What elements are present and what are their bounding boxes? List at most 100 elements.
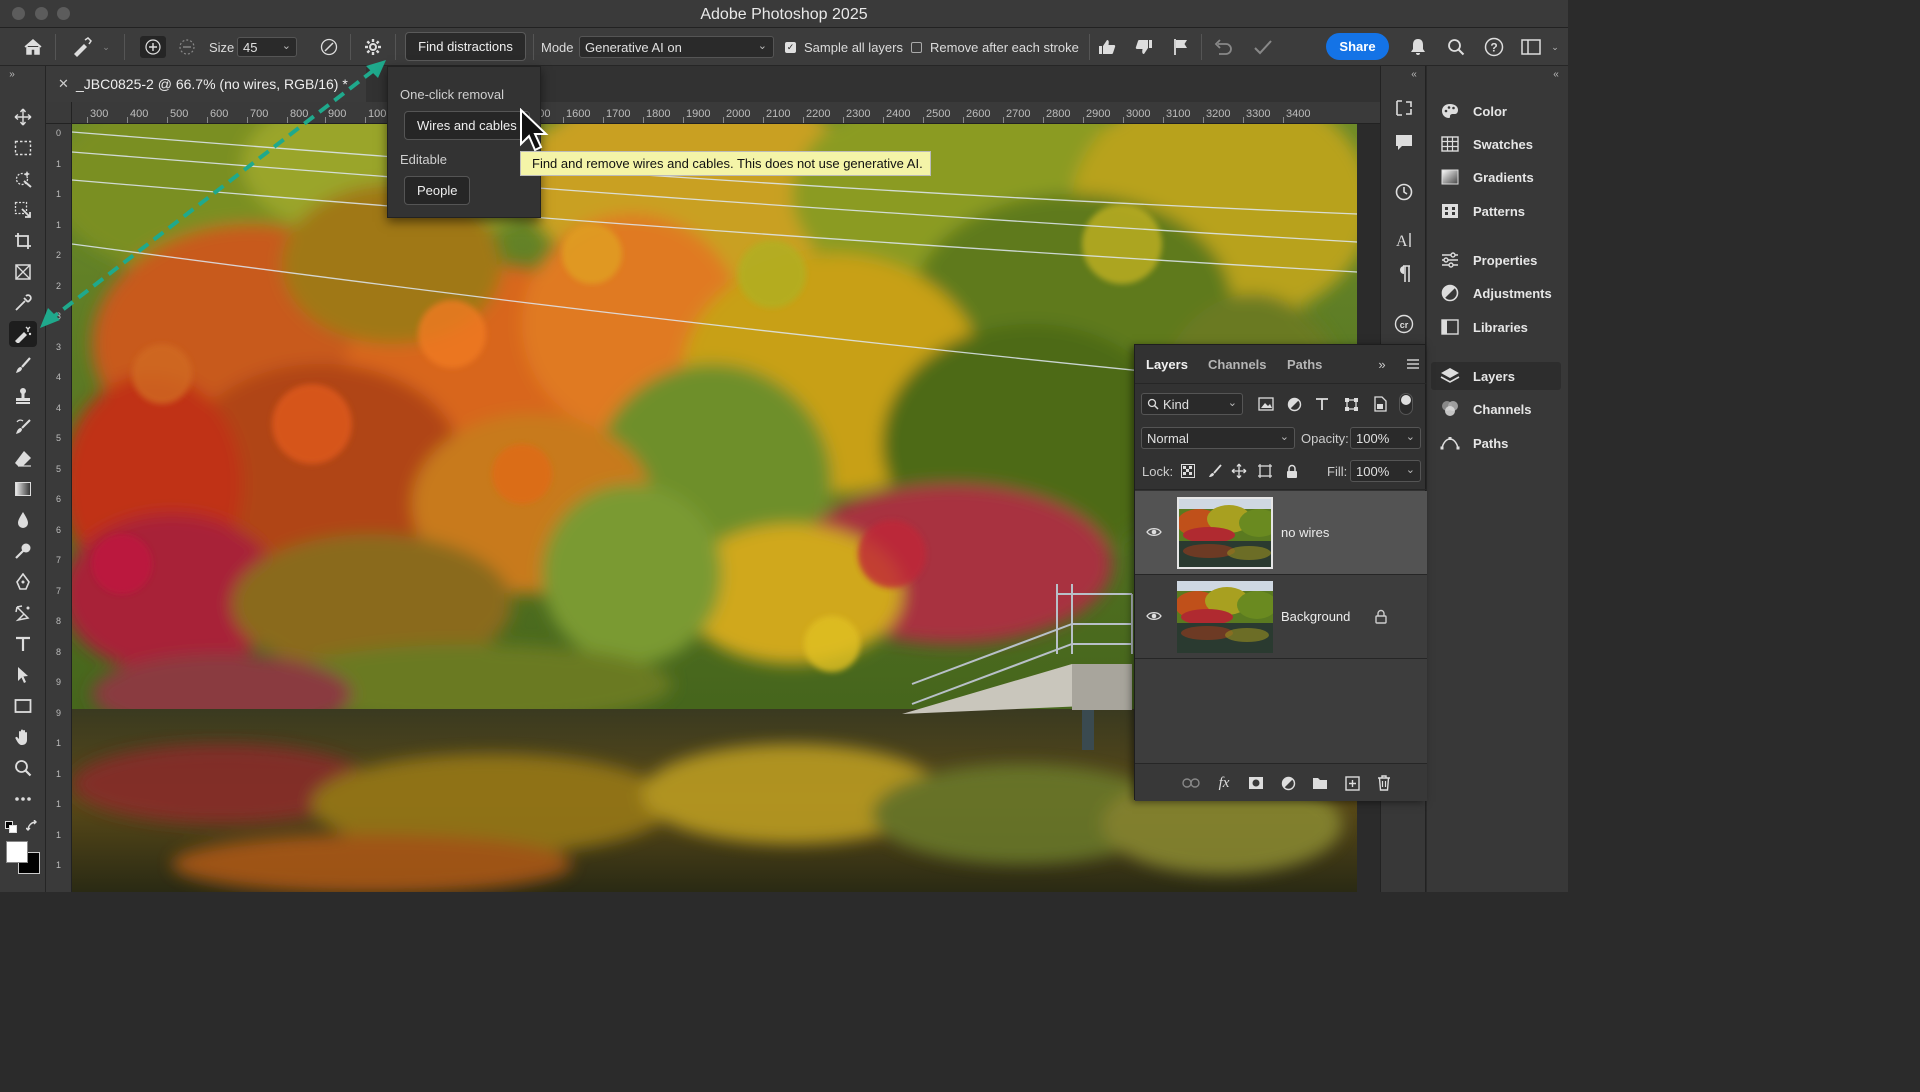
chevron-down-icon[interactable]: ⌄	[1228, 396, 1237, 409]
panel-item-libraries[interactable]: Libraries	[1431, 313, 1561, 341]
pen-plus-tool-icon[interactable]	[9, 600, 37, 626]
blend-mode-select[interactable]: Normal ⌄	[1141, 427, 1295, 449]
help-icon[interactable]: ?	[1483, 36, 1505, 58]
remove-tool-icon[interactable]	[9, 321, 37, 347]
thumbs-down-icon[interactable]	[1134, 37, 1154, 57]
panel-item-color[interactable]: Color	[1431, 97, 1561, 125]
filter-kind-select[interactable]: Kind ⌄	[1141, 393, 1243, 415]
workspace-icon[interactable]	[1519, 36, 1543, 58]
chevron-down-icon[interactable]: ⌄	[1406, 430, 1415, 443]
remove-after-stroke-checkbox[interactable]: Remove after each stroke	[911, 28, 1079, 66]
panel-menu-icon[interactable]	[1405, 357, 1421, 371]
home-icon[interactable]	[20, 37, 46, 57]
object-selection-tool-icon[interactable]	[9, 166, 37, 192]
filter-pixel-icon[interactable]	[1257, 395, 1275, 413]
crop-tool-icon[interactable]	[9, 228, 37, 254]
collapse-strip-icon[interactable]: «	[1407, 68, 1421, 80]
layer-row[interactable]: no wires	[1135, 491, 1427, 575]
gradient-tool-icon[interactable]	[9, 476, 37, 502]
quick-selection-tool-icon[interactable]	[9, 197, 37, 223]
panel-item-swatches[interactable]: Swatches	[1431, 130, 1561, 158]
eyedropper-tool-icon[interactable]	[9, 290, 37, 316]
tab-channels[interactable]: Channels	[1208, 357, 1267, 372]
panel-item-channels[interactable]: Channels	[1431, 395, 1561, 423]
people-button[interactable]: People	[404, 176, 471, 205]
link-layers-icon[interactable]	[1181, 774, 1201, 792]
checkbox-checked-icon[interactable]: ✓	[785, 41, 796, 53]
stamp-tool-icon[interactable]	[9, 383, 37, 409]
more-tools-icon[interactable]	[9, 786, 37, 812]
marquee-tool-icon[interactable]	[9, 135, 37, 161]
remove-tool-preset-icon[interactable]	[68, 36, 96, 58]
swap-colors-icon[interactable]	[26, 820, 40, 834]
filter-toggle[interactable]	[1399, 393, 1413, 415]
history-icon[interactable]	[1392, 180, 1416, 204]
chevron-down-icon[interactable]: ⌄	[282, 39, 291, 52]
layer-name[interactable]: Background	[1281, 609, 1350, 624]
panel-item-layers[interactable]: Layers	[1431, 362, 1561, 390]
layers-empty-area[interactable]	[1135, 659, 1427, 763]
comments-icon[interactable]	[1392, 130, 1416, 154]
chevron-down-icon[interactable]: ⌄	[1549, 42, 1561, 52]
foreground-color-swatch[interactable]	[6, 841, 28, 863]
history-states-icon[interactable]	[1392, 96, 1416, 120]
mode-select[interactable]: Generative AI on ⌄	[579, 36, 774, 58]
search-icon[interactable]	[1445, 36, 1467, 58]
pressure-size-icon[interactable]	[318, 36, 340, 58]
panel-item-paths[interactable]: Paths	[1431, 429, 1561, 457]
document-tab[interactable]: ✕ _JBC0825-2 @ 66.7% (no wires, RGB/16) …	[46, 66, 366, 102]
filter-shape-icon[interactable]	[1342, 395, 1360, 413]
add-mask-icon[interactable]	[1246, 774, 1266, 792]
default-colors-icon[interactable]	[4, 820, 18, 834]
filter-adjustment-icon[interactable]	[1285, 395, 1303, 413]
layer-row[interactable]: Background	[1135, 575, 1427, 659]
bell-icon[interactable]	[1407, 36, 1429, 58]
zoom-tool-icon[interactable]	[9, 755, 37, 781]
panel-item-patterns[interactable]: Patterns	[1431, 197, 1561, 225]
ruler-origin[interactable]	[46, 102, 72, 124]
lock-transparent-pixels-icon[interactable]	[1179, 462, 1197, 480]
eye-icon[interactable]	[1145, 607, 1163, 625]
frame-tool-icon[interactable]	[9, 259, 37, 285]
pen-tool-icon[interactable]	[9, 569, 37, 595]
panel-item-properties[interactable]: Properties	[1431, 246, 1561, 274]
wires-and-cables-button[interactable]: Wires and cables	[404, 111, 530, 140]
eye-icon[interactable]	[1145, 523, 1163, 541]
tab-paths[interactable]: Paths	[1287, 357, 1322, 372]
tab-layers[interactable]: Layers	[1146, 357, 1188, 372]
fill-input[interactable]: 100% ⌄	[1350, 460, 1421, 482]
dodge-tool-icon[interactable]	[9, 538, 37, 564]
flag-icon[interactable]	[1171, 37, 1191, 57]
folder-icon[interactable]	[1310, 774, 1330, 792]
blur-tool-icon[interactable]	[9, 507, 37, 533]
type-tool-icon[interactable]	[9, 631, 37, 657]
add-mode-icon[interactable]	[140, 36, 166, 58]
character-icon[interactable]: A	[1392, 228, 1416, 252]
checkbox-unchecked-icon[interactable]	[911, 41, 922, 53]
undo-icon[interactable]	[1211, 36, 1235, 58]
hand-tool-icon[interactable]	[9, 724, 37, 750]
gear-icon[interactable]	[361, 36, 385, 58]
adjustment-layer-icon[interactable]	[1278, 774, 1298, 792]
filter-type-icon[interactable]	[1313, 395, 1331, 413]
history-brush-tool-icon[interactable]	[9, 414, 37, 440]
brush-tool-icon[interactable]	[9, 352, 37, 378]
sample-all-layers-checkbox[interactable]: ✓ Sample all layers	[785, 28, 903, 66]
panel-item-gradients[interactable]: Gradients	[1431, 163, 1561, 191]
filter-smart-object-icon[interactable]	[1371, 395, 1389, 413]
collapse-dock-icon[interactable]: «	[1549, 68, 1563, 80]
lock-position-icon[interactable]	[1230, 462, 1248, 480]
trash-icon[interactable]	[1374, 774, 1394, 792]
new-layer-icon[interactable]	[1342, 774, 1362, 792]
chevron-down-icon[interactable]: ⌄	[1406, 463, 1415, 476]
layer-name[interactable]: no wires	[1281, 525, 1329, 540]
opacity-input[interactable]: 100% ⌄	[1350, 427, 1421, 449]
chevron-down-icon[interactable]: ⌄	[1280, 430, 1289, 443]
move-tool-icon[interactable]	[9, 104, 37, 130]
share-button[interactable]: Share	[1326, 33, 1389, 60]
chevron-down-icon[interactable]: ⌄	[100, 42, 112, 52]
eraser-tool-icon[interactable]	[9, 445, 37, 471]
lock-all-icon[interactable]	[1283, 462, 1301, 480]
subtract-mode-icon[interactable]	[175, 36, 199, 58]
thumbs-up-icon[interactable]	[1097, 37, 1117, 57]
